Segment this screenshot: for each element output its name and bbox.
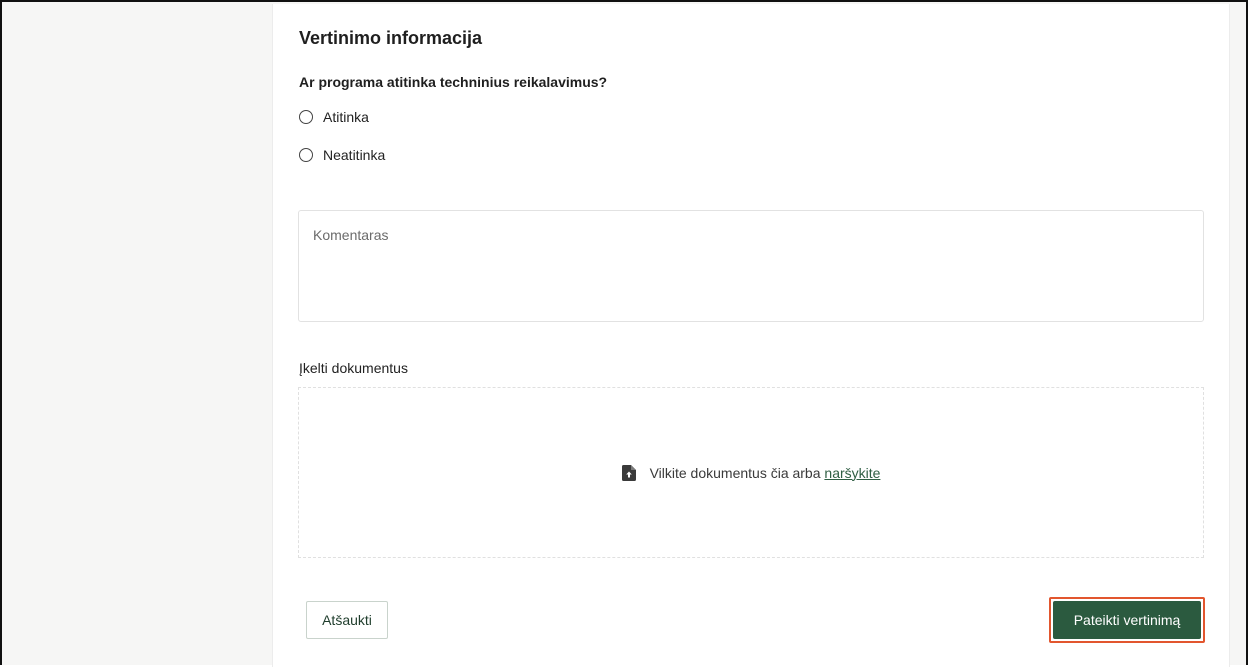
submit-evaluation-button[interactable]: Pateikti vertinimą — [1053, 601, 1201, 639]
section-title: Vertinimo informacija — [299, 28, 483, 48]
comment-textarea[interactable]: Komentaras — [298, 210, 1204, 322]
radio-option-neatitinka[interactable]: Neatitinka — [299, 147, 385, 163]
radio-button[interactable] — [299, 148, 313, 162]
evaluation-panel: Vertinimo informacija Ar programa atitin… — [272, 4, 1230, 667]
radio-button[interactable] — [299, 110, 313, 124]
upload-label: Įkelti dokumentus — [299, 360, 408, 376]
browse-link[interactable]: naršykite — [824, 465, 880, 481]
radio-label: Neatitinka — [323, 147, 386, 163]
radio-label: Atitinka — [323, 109, 369, 125]
page-frame: Vertinimo informacija Ar programa atitin… — [0, 0, 1248, 667]
radio-option-atitinka[interactable]: Atitinka — [299, 109, 369, 125]
document-dropzone[interactable]: Vilkite dokumentus čia arba naršykite — [298, 387, 1204, 558]
comment-placeholder: Komentaras — [313, 227, 389, 243]
compliance-question: Ar programa atitinka techninius reikalav… — [299, 74, 608, 90]
cancel-button[interactable]: Atšaukti — [306, 601, 388, 639]
dropzone-prompt: Vilkite dokumentus čia arba — [649, 464, 821, 481]
file-upload-icon — [621, 464, 636, 481]
submit-button-highlight: Pateikti vertinimą — [1049, 597, 1205, 643]
